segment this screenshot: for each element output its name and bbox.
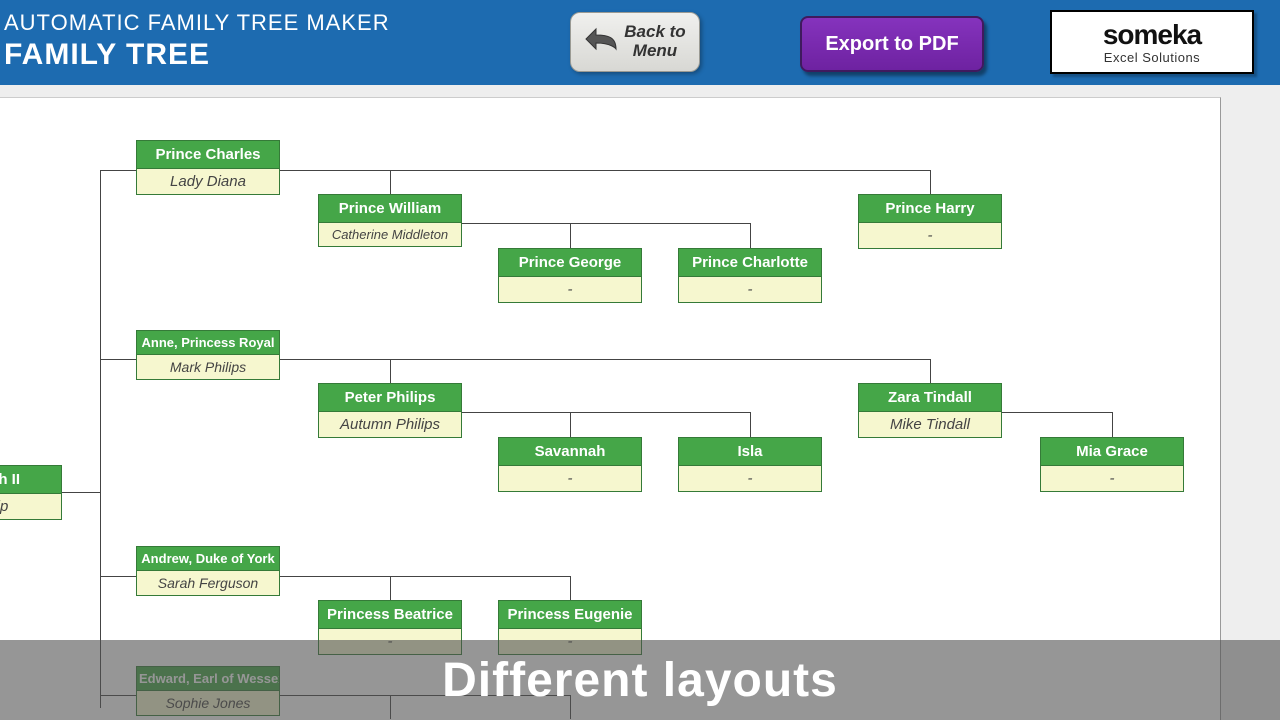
connector [1112, 412, 1113, 437]
connector [570, 223, 571, 248]
connector [100, 576, 136, 577]
connector [100, 359, 136, 360]
connector [930, 170, 931, 194]
person-elizabeth[interactable]: zabeth II Philip [0, 465, 62, 520]
person-charles[interactable]: Prince Charles Lady Diana [136, 140, 280, 195]
family-tree-sheet: zabeth II Philip Prince Charles Lady Dia… [0, 97, 1221, 720]
export-button-label: Export to PDF [825, 33, 958, 56]
person-george[interactable]: Prince George - [498, 248, 642, 303]
person-andrew[interactable]: Andrew, Duke of York Sarah Ferguson [136, 546, 280, 596]
person-spouse: Mike Tindall [859, 412, 1001, 437]
person-spouse: Mark Philips [137, 355, 279, 379]
person-name: Savannah [499, 438, 641, 466]
person-savannah[interactable]: Savannah - [498, 437, 642, 492]
connector [750, 412, 751, 437]
connector [930, 359, 931, 383]
connector [390, 359, 391, 383]
connector [280, 359, 930, 360]
person-name: Andrew, Duke of York [137, 547, 279, 571]
person-peter[interactable]: Peter Philips Autumn Philips [318, 383, 462, 438]
person-mia[interactable]: Mia Grace - [1040, 437, 1184, 492]
back-button-label: Back toMenu [624, 23, 685, 60]
header-bar: AUTOMATIC FAMILY TREE MAKER FAMILY TREE … [0, 0, 1280, 87]
person-name: Princess Beatrice [319, 601, 461, 629]
person-name: Prince Charles [137, 141, 279, 169]
logo-main: someka [1103, 21, 1201, 49]
person-spouse: - [1041, 466, 1183, 491]
connector [390, 576, 391, 600]
connector [62, 492, 100, 493]
person-zara[interactable]: Zara Tindall Mike Tindall [858, 383, 1002, 438]
person-name: Prince George [499, 249, 641, 277]
person-name: Mia Grace [1041, 438, 1183, 466]
person-name: Peter Philips [319, 384, 461, 412]
person-spouse: - [679, 277, 821, 302]
person-spouse: Catherine Middleton [319, 223, 461, 246]
connector [750, 223, 751, 248]
connector [100, 170, 136, 171]
person-name: Zara Tindall [859, 384, 1001, 412]
person-spouse: Sarah Ferguson [137, 571, 279, 595]
caption-text: Different layouts [442, 653, 838, 708]
person-harry[interactable]: Prince Harry - [858, 194, 1002, 249]
person-spouse: - [499, 277, 641, 302]
person-spouse: - [499, 466, 641, 491]
person-spouse: - [859, 223, 1001, 248]
person-anne[interactable]: Anne, Princess Royal Mark Philips [136, 330, 280, 380]
connector [570, 576, 571, 600]
person-name: Anne, Princess Royal [137, 331, 279, 355]
person-spouse: Philip [0, 494, 61, 519]
person-isla[interactable]: Isla - [678, 437, 822, 492]
connector [280, 576, 570, 577]
connector [460, 412, 750, 413]
person-spouse: - [679, 466, 821, 491]
person-name: Prince Harry [859, 195, 1001, 223]
person-name: Isla [679, 438, 821, 466]
back-arrow-icon [584, 25, 620, 60]
canvas-area: zabeth II Philip Prince Charles Lady Dia… [0, 85, 1280, 720]
connector [280, 170, 930, 171]
back-to-menu-button[interactable]: Back toMenu [570, 12, 700, 72]
connector [570, 412, 571, 437]
person-spouse: Lady Diana [137, 169, 279, 194]
logo-sub: Excel Solutions [1104, 51, 1200, 64]
person-name: Prince Charlotte [679, 249, 821, 277]
person-spouse: Autumn Philips [319, 412, 461, 437]
person-william[interactable]: Prince William Catherine Middleton [318, 194, 462, 247]
caption-overlay: Different layouts [0, 640, 1280, 720]
connector [1002, 412, 1112, 413]
person-name: zabeth II [0, 466, 61, 494]
connector [100, 170, 101, 708]
export-to-pdf-button[interactable]: Export to PDF [800, 16, 984, 72]
connector [460, 223, 750, 224]
connector [390, 170, 391, 194]
person-charlotte[interactable]: Prince Charlotte - [678, 248, 822, 303]
person-name: Prince William [319, 195, 461, 223]
someka-logo: someka Excel Solutions [1050, 10, 1254, 74]
person-name: Princess Eugenie [499, 601, 641, 629]
